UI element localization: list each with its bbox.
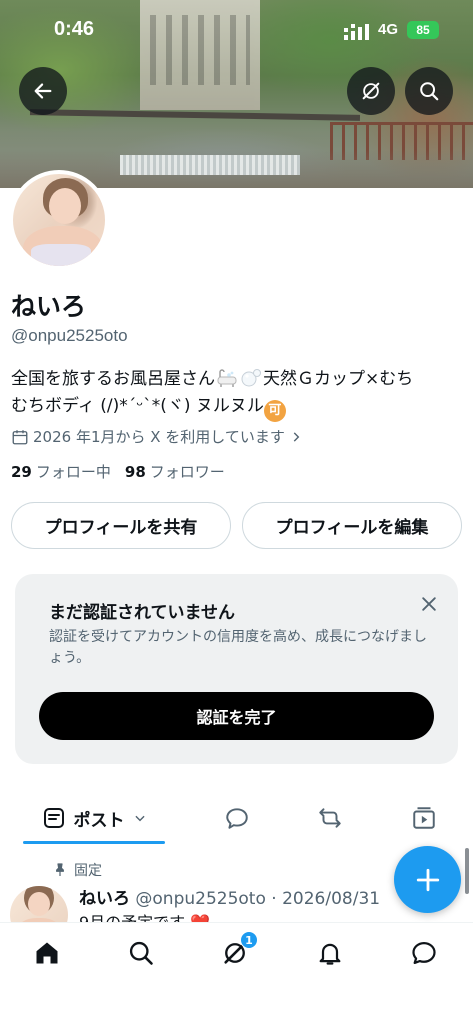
pinned-label: 固定 (74, 863, 102, 879)
avatar-face (49, 188, 81, 224)
tab-replies[interactable] (215, 795, 259, 841)
profile-display-name: ねいろ (11, 292, 87, 321)
scrollbar[interactable] (465, 848, 469, 894)
post-author[interactable]: ねいろ (79, 889, 130, 909)
bio-text-start: 全国を旅するお風呂屋さん (11, 369, 215, 389)
nav-notifications[interactable] (307, 933, 353, 973)
tab-posts-label: ポスト (73, 810, 125, 831)
tab-active-indicator (23, 841, 165, 844)
search-icon (420, 82, 439, 101)
nav-grok[interactable]: 1 (212, 931, 258, 973)
following-count: 29 (11, 463, 32, 481)
following-label: フォロー中 (35, 463, 111, 481)
post-avatar-face (28, 892, 50, 916)
bottom-navigation: 1 (0, 922, 473, 1024)
video-icon (413, 807, 435, 829)
verification-title: まだ認証されていません (49, 603, 235, 623)
network-type: 4G (378, 21, 399, 38)
search-icon (129, 941, 153, 965)
profile-tabs: ポスト (0, 795, 473, 845)
message-icon (412, 941, 436, 965)
repost-icon (319, 808, 341, 828)
follow-stats: 29 フォロー中 98 フォロワー (11, 461, 225, 482)
tab-posts[interactable]: ポスト (23, 795, 165, 841)
followers-link[interactable]: 98 フォロワー (125, 463, 225, 481)
profile-bio: 全国を旅するお風呂屋さん 天然Ｇカップ×むち むちボディ (/)*´ᵕ`*(ヾ)… (11, 366, 461, 422)
share-profile-button[interactable]: プロフィールを共有 (11, 502, 231, 549)
bubbles-icon (241, 369, 261, 387)
arrow-left-icon (34, 83, 52, 99)
nav-messages[interactable] (401, 933, 447, 973)
avatar-clothing (31, 244, 91, 266)
followers-label: フォロワー (149, 463, 225, 481)
grok-icon (362, 82, 380, 100)
signal-icon (344, 24, 369, 40)
following-link[interactable]: 29 フォロー中 (11, 463, 111, 481)
close-icon[interactable] (419, 594, 439, 614)
bio-text-line2: むちボディ (/)*´ᵕ`*(ヾ) ヌルヌル (11, 396, 264, 416)
profile-handle: @onpu2525oto (11, 326, 128, 345)
post-header: ねいろ @onpu2525oto · 2026/08/31 (79, 884, 380, 909)
verification-card: まだ認証されていません 認証を受けてアカウントの信用度を高め、成長につなげましょ… (15, 574, 458, 764)
plus-icon (416, 868, 439, 891)
joined-date[interactable]: 2026 年1月から X を利用しています (11, 426, 303, 447)
edit-profile-button[interactable]: プロフィールを編集 (242, 502, 462, 549)
pinned-indicator: 固定 (52, 860, 102, 880)
posts-icon (43, 808, 64, 828)
pin-icon (56, 863, 64, 876)
profile-avatar[interactable] (9, 170, 109, 270)
post-meta: @onpu2525oto · 2026/08/31 (135, 889, 381, 909)
nav-search[interactable] (118, 933, 164, 973)
status-time: 0:46 (54, 18, 95, 40)
banner-bridge (29, 109, 361, 121)
tab-reposts[interactable] (308, 795, 352, 841)
back-button[interactable] (19, 67, 67, 115)
status-bar: 0:46 4G 85 (0, 18, 473, 46)
home-icon (36, 942, 58, 964)
banner-waterfall (120, 155, 300, 175)
bio-text-tail: 天然Ｇカップ×むち (263, 369, 414, 389)
grok-badge: 1 (240, 931, 258, 949)
grok-button[interactable] (347, 67, 395, 115)
calendar-icon (12, 429, 28, 444)
battery-indicator: 85 (407, 21, 439, 39)
reply-icon (226, 808, 248, 829)
compose-post-button[interactable] (394, 846, 461, 913)
banner-building (140, 0, 260, 110)
followers-count: 98 (124, 463, 146, 481)
complete-verification-button[interactable]: 認証を完了 (39, 692, 434, 740)
chevron-down-icon (134, 815, 145, 822)
nav-home[interactable] (24, 933, 70, 973)
bio-badge: 可 (263, 400, 286, 422)
tab-videos[interactable] (402, 795, 446, 841)
bathtub-icon (217, 369, 237, 387)
bell-icon (319, 943, 341, 965)
search-button[interactable] (405, 67, 453, 115)
verification-description: 認証を受けてアカウントの信用度を高め、成長につなげましょう。 (49, 629, 427, 666)
joined-text: 2026 年1月から X を利用しています (33, 428, 285, 446)
chevron-right-icon (293, 431, 300, 442)
